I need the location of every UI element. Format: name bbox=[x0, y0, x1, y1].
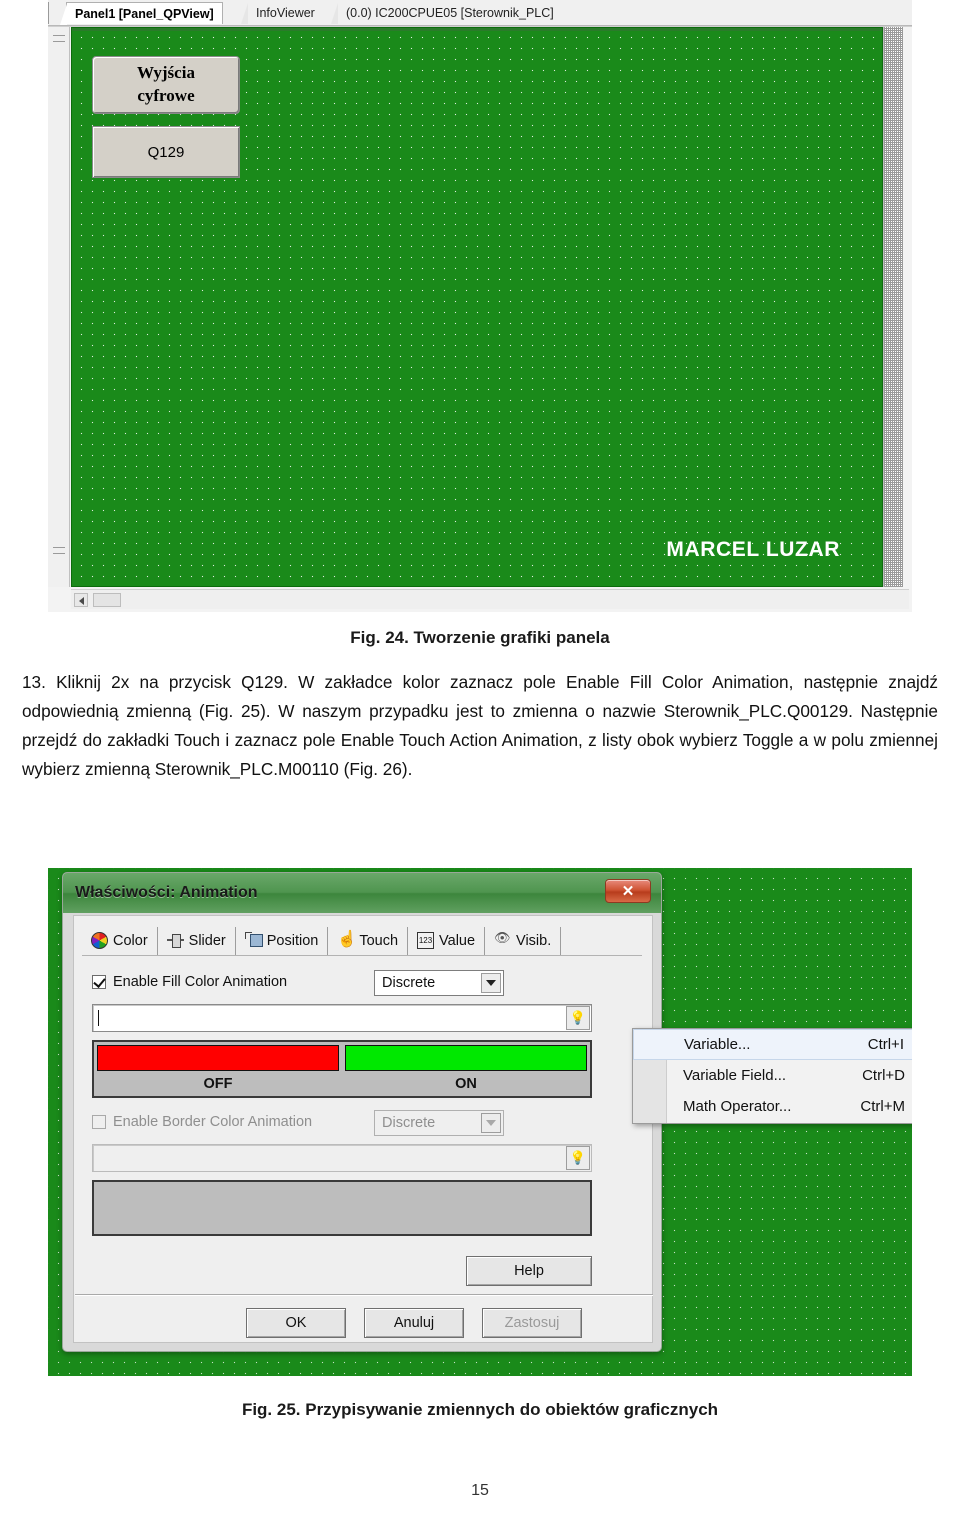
editor-canvas-area: Wyjścia cyfrowe Q129 MARCEL LUZAR bbox=[48, 26, 912, 612]
instruction-paragraph-text: 13. Kliknij 2x na przycisk Q129. W zakła… bbox=[22, 672, 938, 779]
fill-color-mode-value: Discrete bbox=[382, 975, 436, 991]
scroll-left-arrow-icon[interactable] bbox=[74, 593, 88, 607]
fill-expression-input[interactable]: 💡 bbox=[92, 1004, 592, 1032]
enable-border-color-animation-row[interactable]: Enable Border Color Animation bbox=[92, 1114, 312, 1130]
fill-state-off-label: OFF bbox=[203, 1075, 233, 1092]
panel-label-line-2: cyfrowe bbox=[137, 86, 195, 105]
document-page: Panel1 [Panel_QPView] InfoViewer (0.0) I… bbox=[0, 0, 960, 1524]
context-menu-item-variable-label: Variable... bbox=[684, 1036, 751, 1053]
border-color-mode-select[interactable]: Discrete bbox=[374, 1110, 504, 1136]
lightbulb-icon-border[interactable]: 💡 bbox=[566, 1146, 590, 1170]
canvas-watermark: MARCEL LUZAR bbox=[666, 538, 840, 561]
apply-button[interactable]: Zastosuj bbox=[482, 1308, 582, 1338]
tab-touch-label: Touch bbox=[359, 932, 399, 949]
context-menu-item-math-operator[interactable]: Math Operator... Ctrl+M bbox=[633, 1091, 912, 1122]
tab-visib[interactable]: Visib. bbox=[485, 926, 562, 955]
fill-state-on-swatch[interactable] bbox=[345, 1045, 587, 1071]
cancel-button-label: Anuluj bbox=[393, 1315, 435, 1331]
canvas-top-edge bbox=[72, 28, 882, 31]
enable-fill-color-animation-row[interactable]: Enable Fill Color Animation bbox=[92, 974, 287, 990]
tab-slider-label: Slider bbox=[188, 932, 226, 949]
tab-ic200cpue05[interactable]: (0.0) IC200CPUE05 [Sterownik_PLC] bbox=[331, 2, 562, 24]
context-menu-item-math-operator-label: Math Operator... bbox=[683, 1098, 792, 1115]
variable-context-menu: Variable... Ctrl+I Variable Field... Ctr… bbox=[632, 1028, 912, 1124]
apply-button-label: Zastosuj bbox=[504, 1315, 560, 1331]
context-menu-item-variable-field-shortcut: Ctrl+D bbox=[862, 1067, 905, 1084]
dialog-body: Color Slider Position Touch bbox=[73, 915, 653, 1343]
enable-fill-color-animation-label: Enable Fill Color Animation bbox=[113, 974, 288, 990]
instruction-paragraph: 13. Kliknij 2x na przycisk Q129. W zakła… bbox=[22, 668, 938, 784]
horizontal-scroll-thumb[interactable] bbox=[93, 593, 121, 607]
fill-state-on[interactable]: ON bbox=[342, 1042, 590, 1096]
dialog-separator bbox=[75, 1294, 653, 1296]
animation-properties-dialog: Właściwości: Animation ✕ Color Slider Po… bbox=[62, 872, 662, 1352]
tab-visib-label: Visib. bbox=[516, 932, 552, 949]
context-menu-item-variable-shortcut: Ctrl+I bbox=[867, 1036, 904, 1053]
slider-icon bbox=[166, 932, 184, 949]
eye-icon bbox=[494, 930, 511, 949]
tab-color[interactable]: Color bbox=[82, 926, 158, 955]
ok-button-label: OK bbox=[285, 1315, 307, 1331]
tab-color-label: Color bbox=[113, 932, 148, 949]
panel-label-line-1: Wyjścia bbox=[137, 63, 195, 83]
fill-state-off-swatch[interactable] bbox=[97, 1045, 339, 1071]
context-menu-item-variable-field[interactable]: Variable Field... Ctrl+D bbox=[633, 1060, 912, 1091]
numeric-123-icon: 123 bbox=[417, 932, 435, 949]
dialog-title-bar: Właściwości: Animation ✕ bbox=[63, 873, 661, 913]
panel-object-label-wyjscia-cyfrowe[interactable]: Wyjścia cyfrowe bbox=[92, 56, 240, 114]
panel-button-q129-label: Q129 bbox=[147, 143, 185, 161]
dialog-title-text: Właściwości: Animation bbox=[75, 884, 258, 901]
context-menu-item-variable-field-label: Variable Field... bbox=[683, 1067, 787, 1084]
chevron-down-icon[interactable] bbox=[481, 973, 501, 993]
fill-state-color-bar: OFF ON bbox=[92, 1040, 592, 1098]
canvas-horizontal-scrollbar[interactable] bbox=[71, 589, 909, 609]
tab-panel1-label: Panel1 [Panel_QPView] bbox=[75, 6, 214, 21]
chevron-down-icon-border[interactable] bbox=[481, 1113, 501, 1133]
fill-state-on-label: ON bbox=[455, 1075, 477, 1092]
enable-border-color-animation-checkbox[interactable] bbox=[92, 1115, 106, 1129]
border-color-mode-value: Discrete bbox=[382, 1115, 436, 1131]
figure-24-caption: Fig. 24. Tworzenie grafiki panela bbox=[350, 628, 610, 647]
help-button-label: Help bbox=[514, 1263, 544, 1279]
figure-25-caption: Fig. 25. Przypisywanie zmiennych do obie… bbox=[241, 1400, 719, 1419]
page-number: 15 bbox=[471, 1482, 489, 1499]
panel-object-button-q129[interactable]: Q129 bbox=[92, 126, 240, 178]
border-state-color-bar bbox=[92, 1180, 592, 1236]
tab-value[interactable]: 123 Value bbox=[408, 926, 486, 955]
tab-infoviewer[interactable]: InfoViewer bbox=[241, 2, 323, 24]
canvas-vertical-scrollbar[interactable] bbox=[883, 27, 903, 587]
tab-position-label: Position bbox=[266, 932, 319, 949]
close-icon[interactable]: ✕ bbox=[605, 879, 651, 903]
figure-25-dialog-screenshot: Właściwości: Animation ✕ Color Slider Po… bbox=[48, 868, 912, 1376]
dialog-tab-bar: Color Slider Position Touch bbox=[82, 926, 642, 956]
context-menu-item-variable[interactable]: Variable... Ctrl+I bbox=[633, 1029, 912, 1060]
help-button[interactable]: Help bbox=[466, 1256, 592, 1286]
context-menu-item-math-operator-shortcut: Ctrl+M bbox=[860, 1098, 905, 1115]
position-icon bbox=[244, 932, 263, 949]
tab-infoviewer-label: InfoViewer bbox=[256, 6, 315, 20]
enable-border-color-animation-label: Enable Border Color Animation bbox=[113, 1114, 313, 1130]
cancel-button[interactable]: Anuluj bbox=[364, 1308, 464, 1338]
tab-strip-grip bbox=[48, 2, 56, 24]
tab-touch[interactable]: Touch bbox=[328, 926, 409, 955]
fill-state-off[interactable]: OFF bbox=[94, 1042, 342, 1096]
tab-value-label: Value bbox=[439, 932, 476, 949]
tab-position[interactable]: Position bbox=[236, 926, 329, 955]
tab-ic200cpue05-label: (0.0) IC200CPUE05 [Sterownik_PLC] bbox=[346, 6, 554, 20]
lightbulb-icon[interactable]: 💡 bbox=[566, 1006, 590, 1030]
fill-color-mode-select[interactable]: Discrete bbox=[374, 970, 504, 996]
tab-slider[interactable]: Slider bbox=[158, 926, 236, 955]
border-expression-input[interactable]: 💡 bbox=[92, 1144, 592, 1172]
left-gutter bbox=[48, 27, 70, 587]
text-caret bbox=[98, 1010, 99, 1026]
enable-fill-color-animation-checkbox[interactable] bbox=[92, 975, 106, 989]
figure-24-panel-editor-screenshot: Panel1 [Panel_QPView] InfoViewer (0.0) I… bbox=[48, 0, 912, 612]
close-icon-glyph: ✕ bbox=[621, 883, 635, 900]
panel-design-canvas[interactable]: Wyjścia cyfrowe Q129 MARCEL LUZAR bbox=[71, 27, 883, 587]
editor-tab-strip: Panel1 [Panel_QPView] InfoViewer (0.0) I… bbox=[48, 0, 912, 26]
hand-pointer-icon bbox=[337, 929, 357, 949]
color-wheel-icon bbox=[91, 932, 108, 949]
tab-panel1[interactable]: Panel1 [Panel_QPView] bbox=[60, 2, 223, 25]
ok-button[interactable]: OK bbox=[246, 1308, 346, 1338]
